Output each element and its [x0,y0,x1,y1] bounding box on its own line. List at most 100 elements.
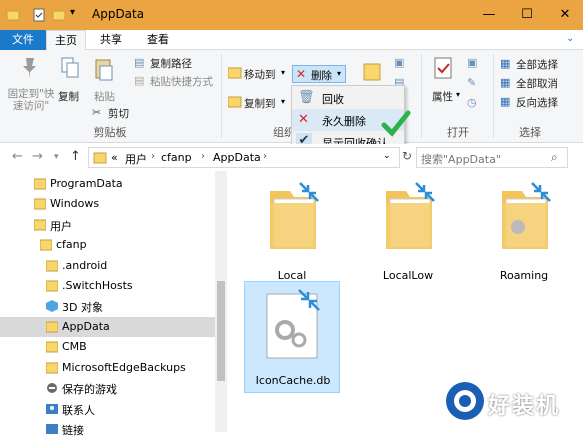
chevron-right-icon[interactable]: › [151,151,155,162]
nav-item-appdata[interactable]: AppData [0,317,215,337]
folder-icon [34,219,46,231]
maximize-button[interactable]: ☐ [508,0,546,30]
file-name: Roaming [499,269,549,282]
nav-label: ProgramData [50,177,123,190]
move-to-button[interactable]: 移动到 [244,67,276,82]
expand-ribbon-icon[interactable]: ⌄ [566,33,574,44]
recent-locations-icon[interactable]: ▾ [54,152,59,162]
folder-icon [34,198,46,210]
refresh-icon[interactable]: ↻ [402,149,412,163]
paste-shortcut-button[interactable]: 粘贴快捷方式 [150,74,213,89]
nav-label: .android [62,259,108,272]
new-item-icon[interactable]: ▣ [394,56,404,69]
up-arrow-icon[interactable]: ↑ [70,149,81,164]
file-item-locallow[interactable]: LocalLow [360,177,456,289]
navigation-pane: ProgramData Windows 用户 cfanp .android .S… [0,171,230,437]
tab-view[interactable]: 查看 [138,30,178,50]
new-folder-icon[interactable] [52,8,66,22]
clipboard-group-label: 剪贴板 [93,126,127,139]
scrollbar-thumb[interactable] [217,281,225,381]
pin-quick-access-button[interactable]: 固定到"快速访问" [4,88,58,112]
ribbon-separator [421,54,422,138]
chevron-down-icon[interactable]: ⌄ [383,151,391,161]
move-to-dropdown-icon[interactable]: ▾ [281,68,285,77]
tab-share[interactable]: 共享 [90,30,132,50]
invert-selection-button[interactable]: 反向选择 [516,95,558,110]
folder-icon [6,10,20,21]
edit-icon[interactable]: ✎ [467,76,476,89]
folder-icon [40,239,52,251]
folder-icon [46,260,58,272]
file-item-local[interactable]: Local [244,177,340,289]
properties-button[interactable]: 属性 [432,89,453,104]
breadcrumb-cfanp[interactable]: cfanp [161,151,192,164]
recycle-icon: 🗑 [298,90,315,105]
nav-item-links[interactable]: 链接 [0,419,215,439]
green-checkmark-icon [381,110,411,137]
open-icon[interactable]: ▣ [467,56,477,69]
address-bar[interactable]: « 用户 › cfanp › AppData › ⌄ [88,147,400,168]
nav-item-windows[interactable]: Windows [0,194,215,214]
watermark: 好装机 [440,378,580,428]
select-none-icon: ▦ [500,76,511,89]
breadcrumb-users[interactable]: 用户 [125,151,147,167]
select-all-button[interactable]: 全部选择 [516,57,558,72]
back-arrow-icon[interactable]: ← [12,149,23,164]
menu-item-label: 永久删除 [322,115,366,128]
chevron-right-icon[interactable]: › [263,151,267,162]
tab-home[interactable]: 主页 [46,30,86,51]
nav-item-android[interactable]: .android [0,256,215,276]
search-input[interactable]: 搜索"AppData" ⌕ [416,147,568,168]
history-icon[interactable]: ◷ [467,96,477,109]
delete-button[interactable]: ✕ 删除 ▾ [292,65,346,83]
copy-button[interactable]: 复制 [58,89,79,104]
paste-button[interactable]: 粘贴 [94,89,115,104]
nav-item-cmb[interactable]: CMB [0,337,215,357]
folder-icon [46,280,58,292]
folder-icon [46,321,58,333]
file-item-roaming[interactable]: Roaming [476,177,572,289]
search-icon: ⌕ [551,150,558,164]
forward-arrow-icon[interactable]: → [32,149,43,164]
copy-to-dropdown-icon[interactable]: ▾ [281,97,285,106]
nav-item-contacts[interactable]: 联系人 [0,399,215,419]
folder-icon [34,178,46,190]
file-item-iconcache[interactable]: IconCache.db [244,281,340,393]
nav-scrollbar[interactable] [215,171,227,432]
pin-icon [23,58,36,78]
ribbon-tabs: 文件 主页 共享 查看 ⌄ [0,30,583,51]
chevron-right-icon[interactable]: › [201,151,205,162]
breadcrumb-overflow[interactable]: « [111,151,118,164]
watermark-text: 好装机 [488,394,561,419]
nav-item-cfanp[interactable]: cfanp [0,235,215,255]
menu-item-label: 回收 [322,93,344,106]
nav-item-edge-backups[interactable]: MicrosoftEdgeBackups [0,358,215,378]
nav-item-switchhosts[interactable]: .SwitchHosts [0,276,215,296]
properties-icon[interactable] [32,8,46,22]
nav-item-users[interactable]: 用户 [0,215,215,235]
quick-access-dropdown-icon[interactable]: ▾ [70,7,75,18]
tab-file[interactable]: 文件 [0,30,46,50]
nav-item-programdata[interactable]: ProgramData [0,174,215,194]
folder-icon [46,362,58,374]
breadcrumb-appdata[interactable]: AppData [213,151,261,164]
address-bar-row: ← → ▾ ↑ « 用户 › cfanp › AppData › ⌄ ↻ 搜索"… [0,144,583,171]
cut-button[interactable]: 剪切 [108,106,129,121]
delete-x-icon: ✕ [298,112,309,127]
nav-item-saved-games[interactable]: 保存的游戏 [0,378,215,398]
contacts-icon [46,404,58,414]
select-none-button[interactable]: 全部取消 [516,76,558,91]
menu-item-recycle[interactable]: 🗑 回收 [292,87,404,109]
properties-dropdown-icon[interactable]: ▾ [456,90,460,99]
delete-dropdown-icon[interactable]: ▾ [337,69,341,78]
nav-item-3d-objects[interactable]: 3D 对象 [0,296,215,316]
invert-selection-icon: ▦ [500,95,511,108]
open-group-label: 打开 [447,126,469,139]
new-folder-icon[interactable] [362,60,382,84]
close-button[interactable]: ✕ [546,0,583,30]
copy-path-button[interactable]: 复制路径 [150,56,192,71]
copy-to-button[interactable]: 复制到 [244,96,276,111]
minimize-button[interactable]: — [470,0,508,30]
links-icon [46,424,58,434]
move-to-icon [228,67,242,79]
